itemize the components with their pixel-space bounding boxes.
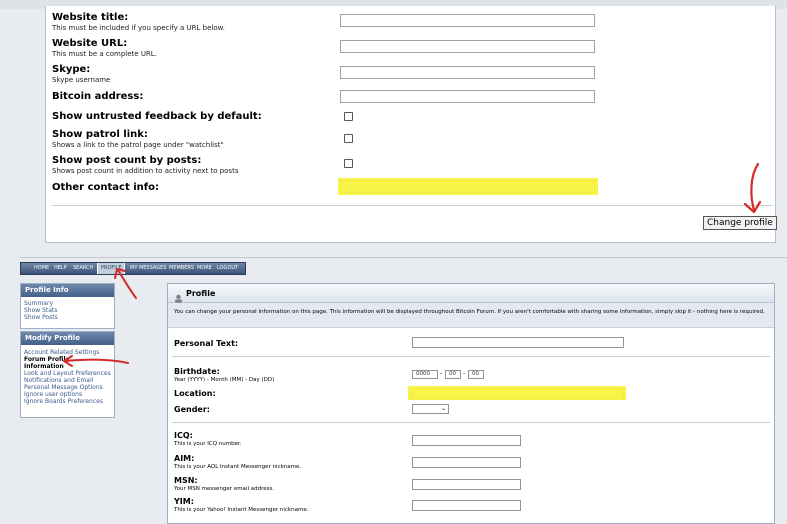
sidebar-link-pm-options[interactable]: Personal Message Options	[21, 384, 114, 391]
sidebar-link-show-posts[interactable]: Show Posts	[21, 314, 114, 321]
change-profile-button[interactable]: Change profile	[703, 216, 777, 230]
nav-logout[interactable]: LOGOUT	[217, 265, 238, 271]
birthdate-label: Birthdate:	[174, 367, 220, 376]
profile-info-title: Profile Info	[21, 284, 114, 297]
patrol-link-row: Show patrol link: Shows a link to the pa…	[52, 129, 224, 149]
profile-panel-header: Profile	[168, 284, 774, 303]
chevron-down-icon: ⌄	[440, 405, 446, 412]
skype-row: Skype: Skype username	[52, 64, 110, 84]
bitcoin-address-input[interactable]	[340, 90, 595, 103]
other-contact-label: Other contact info:	[52, 182, 159, 193]
nav-more[interactable]: MORE	[197, 265, 212, 271]
sidebar-link-ignore-boards[interactable]: Ignore Boards Preferences	[21, 398, 114, 405]
icq-hint: This is your ICQ number.	[174, 441, 242, 447]
personal-text-input[interactable]	[412, 337, 624, 348]
bitcoin-address-row: Bitcoin address:	[52, 91, 143, 102]
red-arrow-annotation	[63, 355, 129, 367]
profile-description: You can change your personal information…	[174, 309, 765, 315]
profile-description-box: You can change your personal information…	[168, 303, 774, 328]
msn-label: MSN:	[174, 476, 198, 485]
post-count-row: Show post count by posts: Shows post cou…	[52, 155, 238, 175]
yellow-highlight-mark	[408, 386, 626, 400]
aim-input[interactable]	[412, 457, 521, 468]
patrol-link-checkbox[interactable]	[344, 134, 353, 143]
icq-label: ICQ:	[174, 431, 193, 440]
modify-profile-box: Modify Profile Account Related Settings …	[20, 331, 115, 418]
personal-text-label: Personal Text:	[174, 339, 239, 348]
profile-info-box: Profile Info Summary Show Stats Show Pos…	[20, 283, 115, 329]
skype-label: Skype:	[52, 64, 91, 75]
birthdate-year-input[interactable]: 0000	[412, 370, 438, 379]
profile-icon	[174, 288, 182, 303]
skype-input[interactable]	[340, 66, 595, 79]
sidebar-link-summary[interactable]: Summary	[21, 300, 114, 307]
msn-hint: Your MSN messenger email address.	[174, 486, 275, 492]
website-url-input[interactable]	[340, 40, 595, 53]
birthdate-day-input[interactable]: 00	[468, 370, 484, 379]
skype-hint: Skype username	[52, 76, 111, 84]
post-count-hint: Shows post count in addition to activity…	[52, 167, 239, 175]
website-title-row: Website title: This must be included if …	[52, 12, 225, 32]
nav-search[interactable]: SEARCH	[73, 265, 93, 271]
website-url-row: Website URL: This must be a complete URL…	[52, 38, 157, 58]
nav-home[interactable]: HOME	[34, 265, 49, 271]
section-divider-1	[172, 356, 770, 357]
post-count-checkbox[interactable]	[344, 159, 353, 168]
gender-label: Gender:	[174, 405, 210, 414]
yim-input[interactable]	[412, 500, 521, 511]
nav-members[interactable]: MEMBERS	[169, 265, 194, 271]
red-arrow-annotation	[743, 162, 762, 214]
patrol-link-hint: Shows a link to the patrol page under "w…	[52, 141, 224, 149]
website-title-hint: This must be included if you specify a U…	[52, 24, 225, 32]
website-url-hint: This must be a complete URL.	[52, 50, 157, 58]
profile-panel-title: Profile	[186, 289, 216, 298]
section-divider-2	[172, 422, 770, 423]
screenshot-separator	[20, 257, 787, 258]
bitcoin-address-label: Bitcoin address:	[52, 91, 144, 102]
form-divider	[52, 205, 773, 206]
yim-label: YIM:	[174, 497, 194, 506]
gender-select[interactable]: ⌄	[412, 404, 449, 414]
nav-help[interactable]: HELP	[54, 265, 67, 271]
website-title-input[interactable]	[340, 14, 595, 27]
untrusted-feedback-label: Show untrusted feedback by default:	[52, 111, 262, 122]
sidebar-link-ignore-users[interactable]: Ignore user options	[21, 391, 114, 398]
website-title-label: Website title:	[52, 12, 129, 23]
aim-label: AIM:	[174, 454, 195, 463]
modify-profile-title: Modify Profile	[21, 332, 114, 345]
yim-hint: This is your Yahoo! Instant Messenger ni…	[174, 507, 309, 513]
sidebar-link-notifications[interactable]: Notifications and Email	[21, 377, 114, 384]
settings-form-panel: Website title: This must be included if …	[45, 6, 777, 243]
other-contact-row: Other contact info:	[52, 182, 159, 193]
profile-panel: Profile You can change your personal inf…	[167, 283, 775, 524]
red-arrow-annotation	[114, 268, 137, 299]
patrol-link-label: Show patrol link:	[52, 129, 148, 140]
untrusted-feedback-row: Show untrusted feedback by default:	[52, 111, 262, 122]
sidebar-link-show-stats[interactable]: Show Stats	[21, 307, 114, 314]
yellow-highlight-mark	[338, 178, 598, 195]
post-count-label: Show post count by posts:	[52, 155, 202, 166]
icq-input[interactable]	[412, 435, 521, 446]
website-url-label: Website URL:	[52, 38, 128, 49]
location-label: Location:	[174, 389, 216, 398]
birthdate-hint: Year (YYYY) - Month (MM) - Day (DD)	[174, 377, 275, 383]
msn-input[interactable]	[412, 479, 521, 490]
untrusted-feedback-checkbox[interactable]	[344, 112, 353, 121]
birthdate-month-input[interactable]: 00	[445, 370, 461, 379]
aim-hint: This is your AOL Instant Messenger nickn…	[174, 464, 302, 470]
